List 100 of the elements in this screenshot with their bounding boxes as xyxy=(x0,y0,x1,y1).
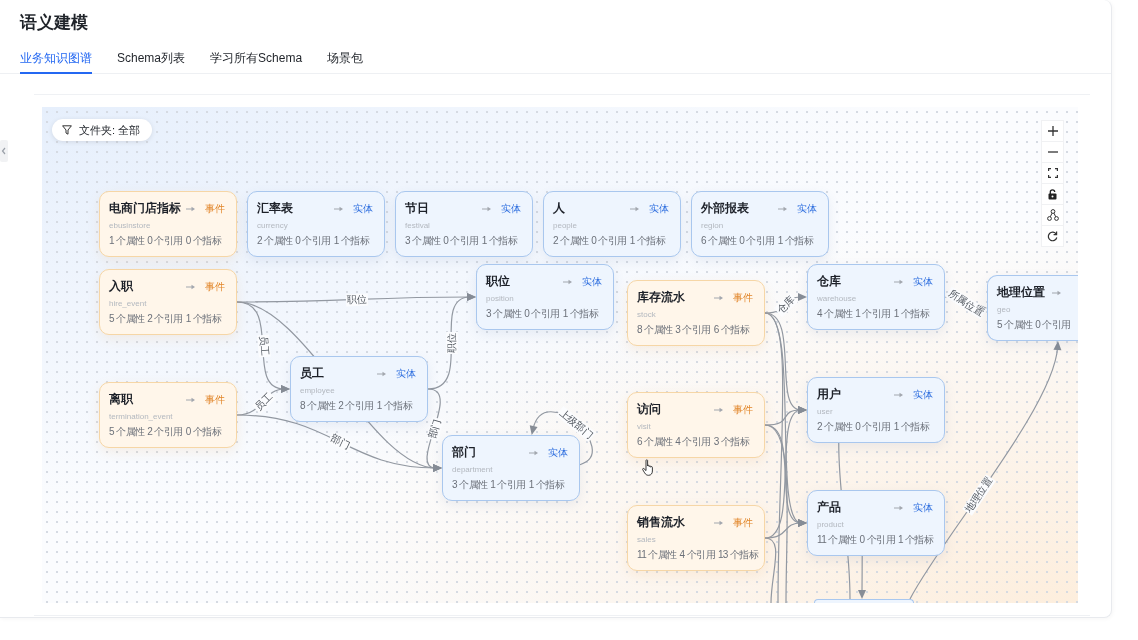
stat-text: 0 个引用 xyxy=(855,421,891,433)
stat-text: 11 个属性 xyxy=(817,534,857,546)
type-tag: 实体 xyxy=(797,202,817,215)
stat-text: 1 个指标 xyxy=(333,235,370,247)
stat-text: 1 个引用 xyxy=(490,479,526,491)
stat-text: 1 个指标 xyxy=(481,235,518,247)
arrow-icon xyxy=(1052,289,1061,296)
arrow-icon xyxy=(377,370,386,377)
stat-text: 4 个属性 xyxy=(817,308,853,320)
type-tag: 实体 xyxy=(913,501,933,514)
edge-label: 仓库 xyxy=(773,293,799,317)
node-name: termination_event xyxy=(109,412,174,422)
connector-arrow xyxy=(858,555,866,599)
stat-text: 6 个属性 xyxy=(637,436,673,448)
zoom-in-button[interactable] xyxy=(1041,120,1064,142)
stat-text: 1 个指标 xyxy=(893,421,930,433)
node-title: 职位 xyxy=(486,273,511,290)
stat-text: 2 个引用 xyxy=(338,400,374,412)
tab[interactable]: 学习所有Schema xyxy=(210,50,303,74)
stat-text: 4 个引用 xyxy=(675,436,711,448)
stat-text: 5 个属性 xyxy=(997,319,1033,331)
arrow-icon xyxy=(894,278,903,285)
type-tag: 事件 xyxy=(733,291,753,304)
layout-button[interactable] xyxy=(1041,204,1064,226)
stat-text: 1 个引用 xyxy=(855,308,891,320)
stat-text: 3 个引用 xyxy=(675,324,711,336)
stat-text: 11 个属性 xyxy=(637,549,677,561)
edge-label: 员工 xyxy=(256,334,271,357)
arrow-icon xyxy=(186,205,195,212)
type-tag: 实体 xyxy=(396,367,416,380)
node-title: 人 xyxy=(553,200,566,217)
stat-text: 2 个属性 xyxy=(257,235,293,247)
type-tag: 事件 xyxy=(205,393,225,406)
edge-label: 员工 xyxy=(251,390,276,414)
tab[interactable]: 业务知识图谱 xyxy=(20,50,92,74)
arrow-icon xyxy=(186,396,195,403)
stat-text: 0 个指标 xyxy=(185,235,222,247)
stat-text: 0 个引用 xyxy=(147,235,183,247)
stat-text: 0 个引用 xyxy=(591,235,627,247)
filter-button[interactable]: 文件夹: 全部 xyxy=(52,119,153,141)
arrow-icon xyxy=(630,205,639,212)
type-tag: 实体 xyxy=(501,202,521,215)
node-name: stock xyxy=(637,310,657,320)
page-title: 语义建模 xyxy=(18,12,89,34)
node-name: visit xyxy=(637,422,652,432)
stat-text: 1 个指标 xyxy=(528,479,565,491)
arrow-icon xyxy=(894,391,903,398)
stat-text: 1 个指标 xyxy=(376,400,413,412)
node-title: 入职 xyxy=(109,278,134,295)
stat-text: 0 个指标 xyxy=(185,426,222,438)
type-tag: 实体 xyxy=(353,202,373,215)
node-name: ebusinstore xyxy=(109,221,152,231)
type-tag: 实体 xyxy=(913,275,933,288)
tab[interactable]: 场景包 xyxy=(327,50,364,74)
fit-view-button[interactable] xyxy=(1041,162,1064,184)
refresh-icon xyxy=(1047,230,1058,242)
type-tag: 实体 xyxy=(548,446,568,459)
stat-text: 2 个引用 xyxy=(147,313,183,325)
edge-label: 地理位置 xyxy=(961,474,996,516)
minus-icon xyxy=(1047,151,1058,153)
stat-text: 1 个指标 xyxy=(562,308,599,320)
arrow-icon xyxy=(482,205,491,212)
stat-text: 1 个属性 xyxy=(109,235,145,247)
stat-text: 1 个指标 xyxy=(629,235,666,247)
fullscreen-icon xyxy=(1047,168,1058,178)
stat-text: 2 个引用 xyxy=(147,426,183,438)
edge-label: 职位 xyxy=(445,331,459,355)
stat-text: 0 个引用 xyxy=(524,308,560,320)
stat-text: 0 个引用 xyxy=(295,235,331,247)
arrow-icon xyxy=(186,283,195,290)
stat-text: 5 个属性 xyxy=(109,426,145,438)
node-title: 员工 xyxy=(300,365,325,382)
stat-text: 6 个指标 xyxy=(713,324,750,336)
filter-icon xyxy=(62,125,72,135)
stat-text: 1 个指标 xyxy=(185,313,222,325)
node-title: 外部报表 xyxy=(701,200,750,217)
node-title: 汇率表 xyxy=(257,200,294,217)
plus-icon xyxy=(1047,126,1058,136)
node-title: 仓库 xyxy=(817,273,842,290)
stat-text: 3 个属性 xyxy=(452,479,488,491)
arrow-icon xyxy=(714,294,723,301)
stat-text: 0 个引用 xyxy=(859,534,895,546)
tab[interactable]: Schema列表 xyxy=(117,50,186,74)
stat-text: 1 个指标 xyxy=(777,235,814,247)
stat-text: 3 个属性 xyxy=(486,308,522,320)
zoom-out-button[interactable] xyxy=(1041,141,1064,163)
type-tag: 事件 xyxy=(733,516,753,529)
node-title: 离职 xyxy=(109,391,134,408)
stat-text: 2 个属性 xyxy=(553,235,589,247)
arrow-icon xyxy=(714,519,723,526)
edge-label: 部门 xyxy=(327,431,352,452)
stat-text: 3 个属性 xyxy=(405,235,441,247)
stat-text: 2 个属性 xyxy=(817,421,853,433)
arrow-icon xyxy=(529,449,538,456)
stat-text: 0 个引用 xyxy=(443,235,479,247)
refresh-button[interactable] xyxy=(1041,225,1064,247)
edge-label: 职位 xyxy=(345,293,368,306)
stat-text: 6 个属性 xyxy=(701,235,737,247)
lock-button[interactable] xyxy=(1041,183,1064,205)
node-title: 节日 xyxy=(405,200,430,217)
